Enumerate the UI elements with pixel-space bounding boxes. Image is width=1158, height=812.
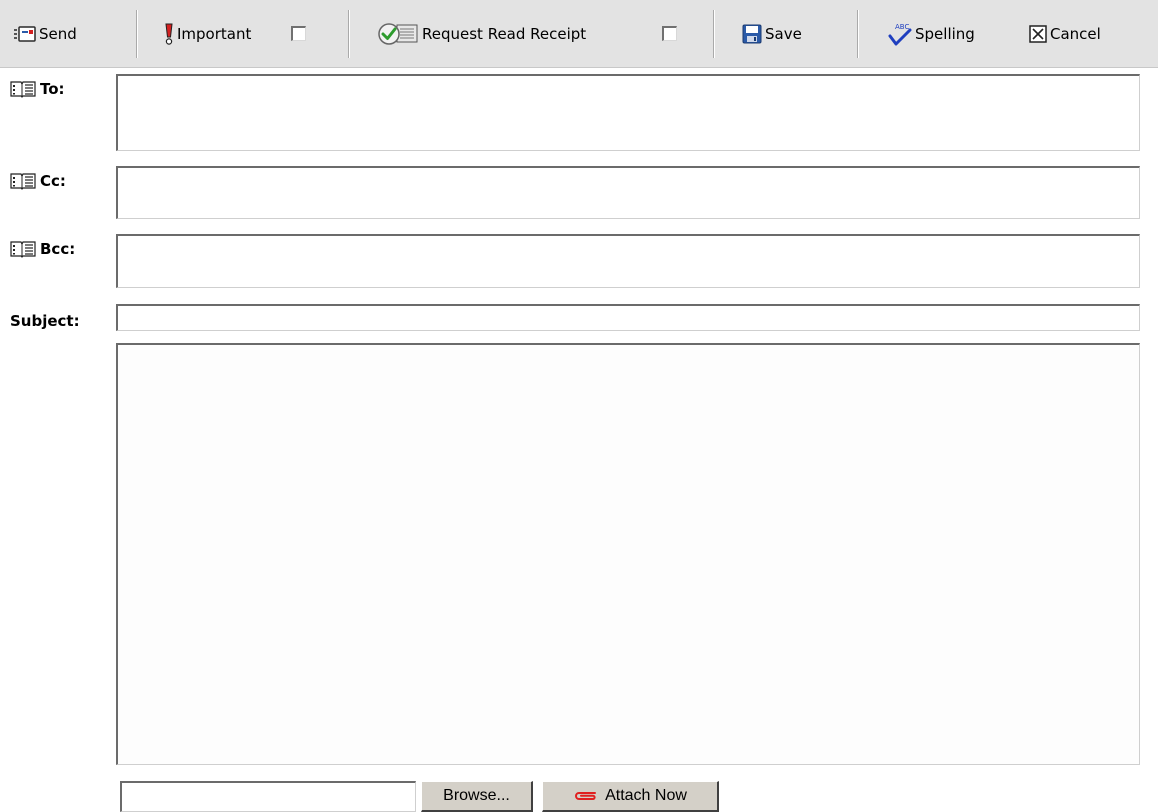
subject-label: Subject:	[10, 312, 80, 330]
attachment-file-input[interactable]	[120, 781, 416, 812]
to-address-book-button[interactable]: To:	[10, 80, 65, 98]
spellcheck-icon: ABC	[888, 21, 912, 47]
spelling-label: Spelling	[915, 25, 975, 43]
important-option: Important	[164, 0, 251, 68]
address-book-icon	[10, 172, 36, 190]
paperclip-icon	[573, 790, 597, 802]
bcc-field[interactable]	[116, 234, 1140, 288]
cancel-button[interactable]: Cancel	[1029, 0, 1101, 68]
cc-label: Cc:	[40, 172, 66, 190]
cc-address-book-button[interactable]: Cc:	[10, 172, 66, 190]
important-checkbox[interactable]	[291, 26, 306, 41]
close-box-icon	[1029, 25, 1047, 43]
browse-button[interactable]: Browse...	[421, 781, 533, 812]
bcc-address-book-button[interactable]: Bcc:	[10, 240, 75, 258]
send-label: Send	[39, 25, 77, 43]
toolbar-separator	[136, 10, 138, 58]
important-label: Important	[177, 25, 252, 43]
save-button[interactable]: Save	[742, 0, 802, 68]
attach-now-button[interactable]: Attach Now	[542, 781, 719, 812]
cc-field[interactable]	[116, 166, 1140, 219]
read-receipt-option: Request Read Receipt	[377, 0, 586, 68]
read-receipt-icon	[377, 22, 419, 46]
exclamation-icon	[164, 23, 174, 45]
svg-text:ABC: ABC	[895, 23, 909, 31]
toolbar-separator	[857, 10, 859, 58]
spelling-button[interactable]: ABC Spelling	[888, 0, 975, 68]
address-book-icon	[10, 240, 36, 258]
to-field[interactable]	[116, 74, 1140, 151]
floppy-disk-icon	[742, 24, 762, 44]
toolbar-separator	[348, 10, 350, 58]
message-body[interactable]	[116, 343, 1140, 765]
compose-toolbar: Send Important Request Read Receipt Save…	[0, 0, 1158, 68]
bcc-label: Bcc:	[40, 240, 76, 258]
read-receipt-checkbox[interactable]	[662, 26, 677, 41]
to-label: To:	[40, 80, 65, 98]
send-icon	[14, 26, 36, 42]
address-book-icon	[10, 80, 36, 98]
save-label: Save	[765, 25, 802, 43]
attach-now-label: Attach Now	[605, 787, 687, 804]
toolbar-separator	[713, 10, 715, 58]
subject-field[interactable]	[116, 304, 1140, 331]
read-receipt-label: Request Read Receipt	[422, 25, 587, 43]
cancel-label: Cancel	[1050, 25, 1101, 43]
send-button[interactable]: Send	[14, 0, 77, 68]
